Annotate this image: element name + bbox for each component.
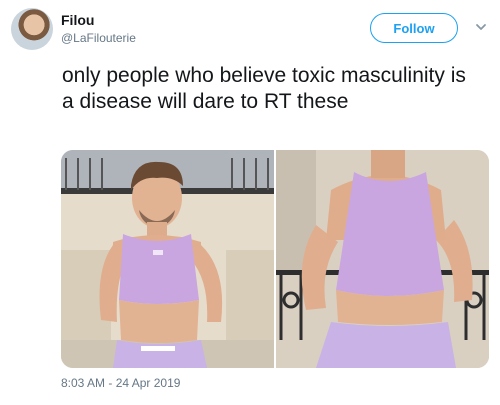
follow-button[interactable]: Follow (370, 13, 458, 43)
photo-grid[interactable] (61, 150, 489, 368)
photo-right[interactable] (276, 150, 489, 368)
author-display-name[interactable]: Filou (61, 12, 94, 28)
tweet-text: only people who believe toxic masculinit… (62, 64, 466, 113)
tweet-timestamp[interactable]: 8:03 AM - 24 Apr 2019 (61, 376, 180, 390)
author-handle[interactable]: @LaFilouterie (61, 31, 136, 45)
photo-right-illustration (276, 150, 489, 368)
photo-left[interactable] (61, 150, 274, 368)
tweet-card: Filou @LaFilouterie Follow only people w… (0, 0, 500, 405)
caret-down-icon[interactable] (474, 20, 488, 34)
photo-left-illustration (61, 150, 274, 368)
avatar[interactable] (11, 8, 53, 50)
